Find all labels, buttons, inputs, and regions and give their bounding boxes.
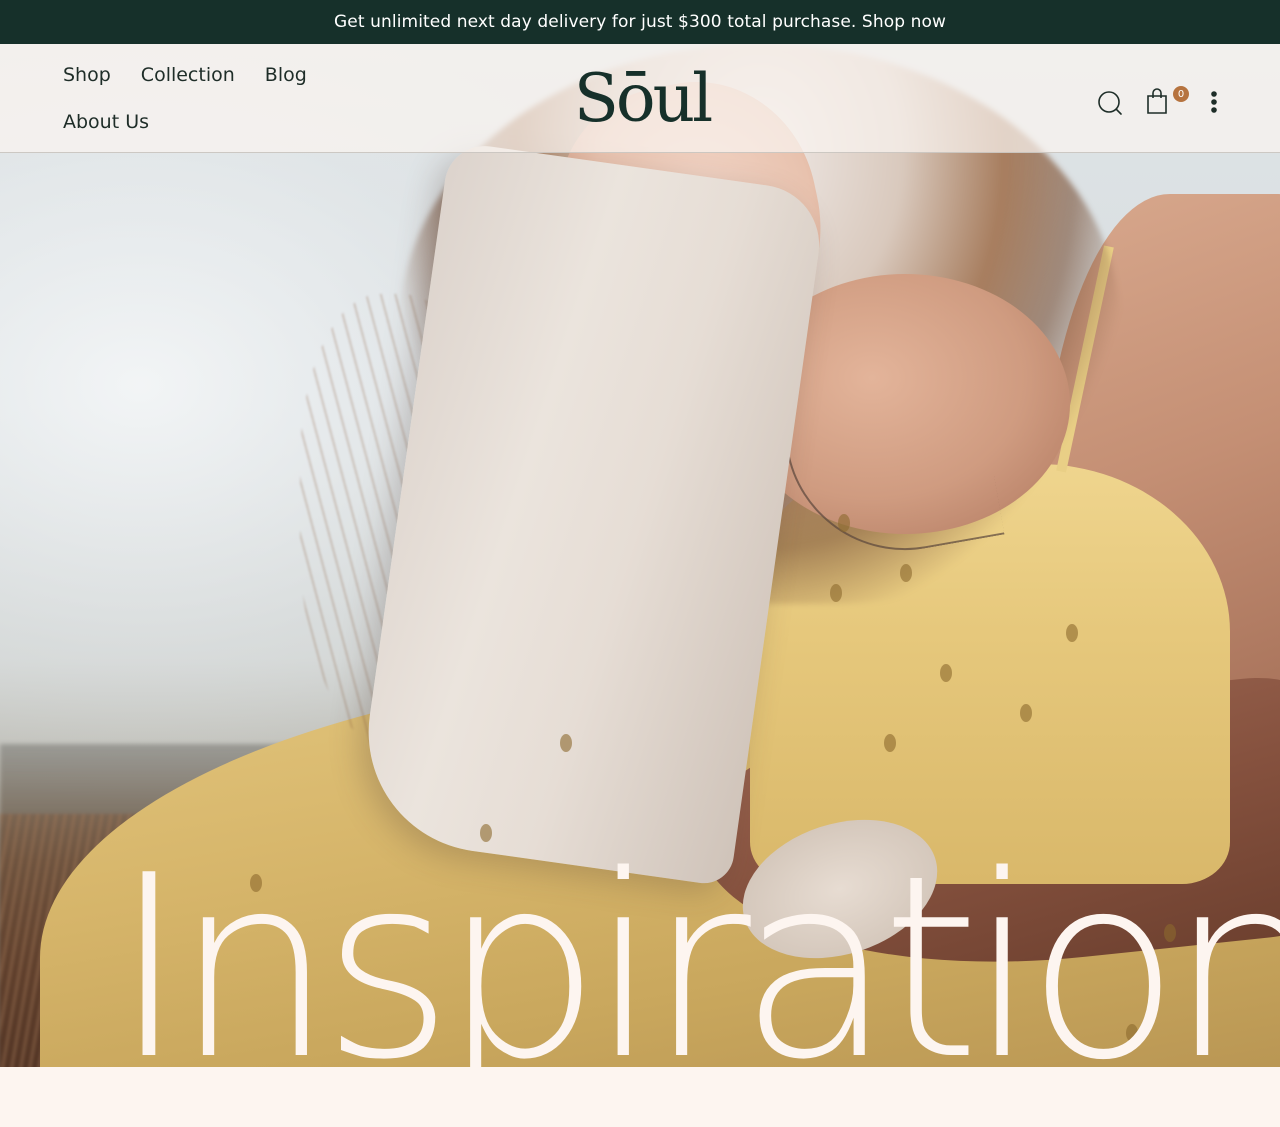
site-header: Shop Collection Blog About Us Sōul 0 bbox=[0, 44, 1280, 153]
dress-eyelet bbox=[884, 734, 896, 752]
shopping-bag-icon[interactable] bbox=[1144, 86, 1170, 116]
announcement-bar[interactable]: Get unlimited next day delivery for just… bbox=[0, 0, 1280, 44]
dress-eyelet bbox=[560, 734, 572, 752]
site-logo[interactable]: Sōul bbox=[570, 54, 714, 144]
nav-link-shop[interactable]: Shop bbox=[63, 62, 111, 89]
nav-link-blog[interactable]: Blog bbox=[265, 62, 307, 89]
more-vertical-icon[interactable] bbox=[1206, 88, 1222, 116]
dress-eyelet bbox=[1020, 704, 1032, 722]
search-icon[interactable] bbox=[1096, 89, 1124, 117]
dress-eyelet bbox=[900, 564, 912, 582]
nav-link-collection[interactable]: Collection bbox=[141, 62, 235, 89]
nav-link-about-us[interactable]: About Us bbox=[63, 109, 149, 136]
dress-eyelet bbox=[940, 664, 952, 682]
hero-headline-text: Inspiration bbox=[112, 860, 1280, 1067]
hero-headline: Inspiration bbox=[0, 860, 1280, 1067]
dress-eyelet bbox=[830, 584, 842, 602]
dress-eyelet bbox=[838, 514, 850, 532]
dress-eyelet bbox=[1066, 624, 1078, 642]
cart-count-badge: 0 bbox=[1173, 86, 1189, 102]
announcement-text[interactable]: Get unlimited next day delivery for just… bbox=[334, 12, 946, 32]
content-section-top bbox=[0, 1067, 1280, 1127]
dress-eyelet bbox=[480, 824, 492, 842]
main-nav: Shop Collection Blog About Us bbox=[63, 62, 363, 136]
